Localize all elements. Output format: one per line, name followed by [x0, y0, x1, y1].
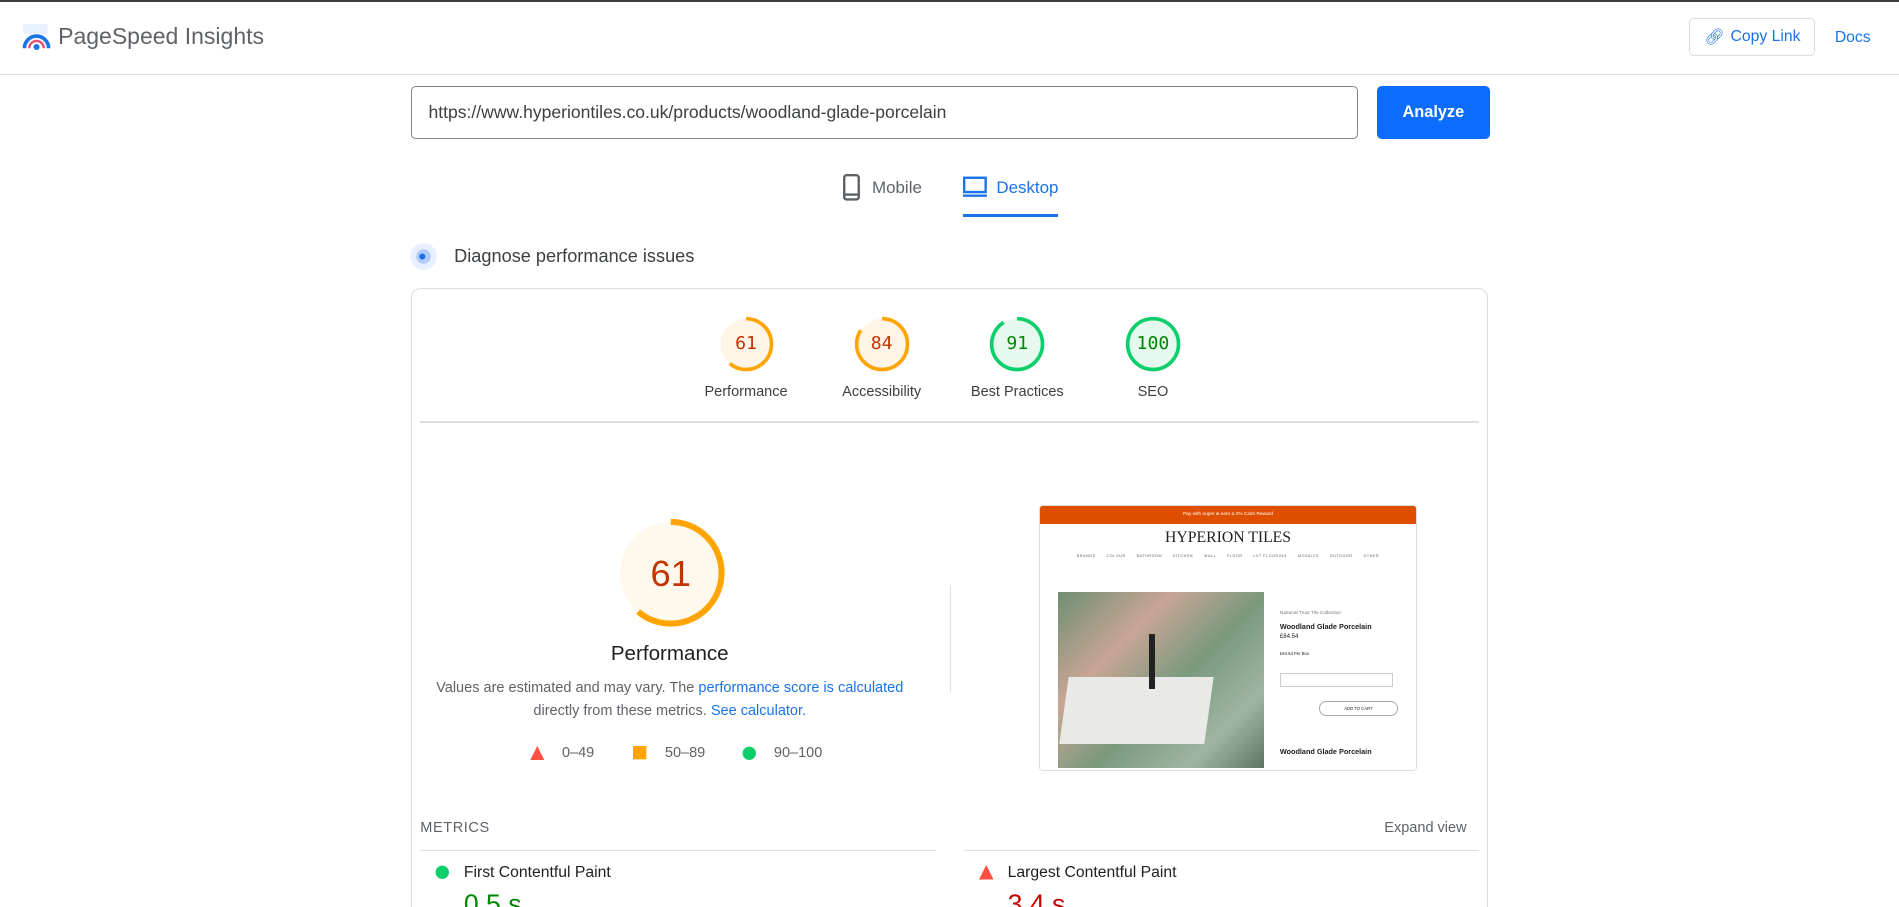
shot-nav-item: FLOOR	[1227, 554, 1243, 559]
legend-pass: 90–100	[742, 745, 822, 761]
metrics-heading: METRICS	[420, 819, 490, 836]
triangle-icon	[978, 865, 994, 880]
gauge-score: 84	[870, 332, 893, 354]
legend-label: 50–89	[664, 744, 706, 761]
shot-nav-item: BRANDS	[1076, 554, 1096, 559]
desktop-icon	[962, 176, 987, 198]
performance-description: Values are estimated and may vary. The p…	[428, 677, 912, 723]
gauge-label: Best Practices	[970, 383, 1064, 400]
tab-desktop[interactable]: Desktop	[962, 174, 1059, 218]
url-input[interactable]	[410, 85, 1358, 140]
section-title: Diagnose performance issues	[454, 245, 695, 266]
gauge-score: 91	[1006, 332, 1029, 354]
shot-nav-item: MOSAICS	[1297, 554, 1319, 559]
mobile-icon	[842, 174, 860, 202]
shot-nav-item: OTHER	[1363, 554, 1380, 559]
pagespeed-logo-icon	[22, 24, 51, 51]
vertical-divider	[949, 584, 951, 692]
gauge-score: 100	[1136, 332, 1170, 354]
legend-average: 50–89	[633, 745, 705, 761]
shot-price: £84.54	[1279, 634, 1299, 641]
shot-collection: National Trust Tile Collection	[1279, 611, 1342, 617]
metric-label: First Contentful Paint	[463, 863, 611, 881]
tab-label: Desktop	[996, 178, 1059, 198]
diagnose-icon	[410, 243, 438, 271]
metric-fcp: First Contentful Paint	[435, 864, 611, 882]
desc-text: Values are estimated and may vary. The	[436, 680, 699, 696]
desc-text: directly from these metrics.	[533, 703, 711, 720]
shot-nav-item: LVT FLOORING	[1253, 554, 1288, 559]
shot-nav-item: WALL	[1204, 554, 1217, 559]
score-gauge-seo[interactable]: 100 SEO	[1086, 315, 1219, 400]
score-gauge-accessibility[interactable]: 84 Accessibility	[815, 315, 948, 400]
shot-add-to-cart: ADD TO CART	[1318, 701, 1399, 717]
expand-view-button[interactable]: Expand view	[1384, 820, 1466, 836]
score-gauge-best-practices[interactable]: 91 Best Practices	[951, 315, 1084, 400]
circle-icon	[742, 746, 757, 760]
shot-nav-item: BATHROOM	[1136, 554, 1163, 559]
shot-product: Woodland Glade Porcelain	[1279, 622, 1372, 632]
see-calculator-link[interactable]: See calculator.	[711, 703, 806, 719]
triangle-icon	[530, 745, 545, 761]
legend-label: 90–100	[773, 744, 823, 761]
tab-label: Mobile	[871, 178, 922, 198]
score-gauge-performance[interactable]: 61 Performance	[679, 315, 812, 400]
metric-label: Largest Contentful Paint	[1007, 863, 1177, 881]
divider	[420, 850, 937, 852]
shot-product-image	[1058, 592, 1265, 768]
shot-logo: HYPERION TILES	[1165, 529, 1292, 547]
metric-lcp: Largest Contentful Paint	[978, 863, 1177, 882]
shot-nav-item: COLOUR	[1106, 554, 1126, 559]
legend-fail: 0–49	[530, 745, 594, 761]
gauge-label: Performance	[704, 383, 788, 400]
shot-product-heading: Woodland Glade Porcelain	[1279, 747, 1372, 757]
metric-value: 3.4 s	[1007, 888, 1066, 907]
gauge-label: SEO	[1137, 383, 1169, 400]
performance-gauge-large: 61	[617, 518, 725, 627]
shot-banner: Pay with super & earn a 2% Cash Reward	[1040, 506, 1416, 525]
gauge-score: 61	[735, 332, 757, 354]
app-title: PageSpeed Insights	[58, 23, 265, 49]
copy-link-button[interactable]: 🔗︎ Copy Link	[1689, 18, 1816, 56]
shot-nav-item: OUTDOOR	[1329, 554, 1353, 559]
performance-title: Performance	[610, 641, 729, 665]
performance-score-large: 61	[651, 553, 691, 594]
copy-link-label: Copy Link	[1730, 27, 1801, 45]
page-screenshot: Pay with super & earn a 2% Cash Reward H…	[1039, 505, 1417, 772]
metric-value: 0.5 s	[463, 888, 522, 907]
gauge-label: Accessibility	[842, 383, 922, 400]
square-icon	[633, 745, 647, 759]
docs-link[interactable]: Docs	[1835, 29, 1871, 47]
analyze-button[interactable]: Analyze	[1377, 85, 1490, 140]
legend-label: 0–49	[561, 744, 595, 761]
shot-nav-item: KITCHEN	[1173, 554, 1194, 559]
score-calculated-link[interactable]: performance score is calculated	[698, 680, 903, 696]
link-icon: 🔗︎	[1704, 28, 1725, 46]
circle-icon	[435, 865, 449, 880]
divider	[964, 850, 1479, 852]
divider	[420, 421, 1479, 423]
shot-per-box: £84.54 Per Box	[1279, 651, 1309, 657]
header	[0, 2, 1899, 75]
tab-mobile[interactable]: Mobile	[842, 174, 922, 214]
